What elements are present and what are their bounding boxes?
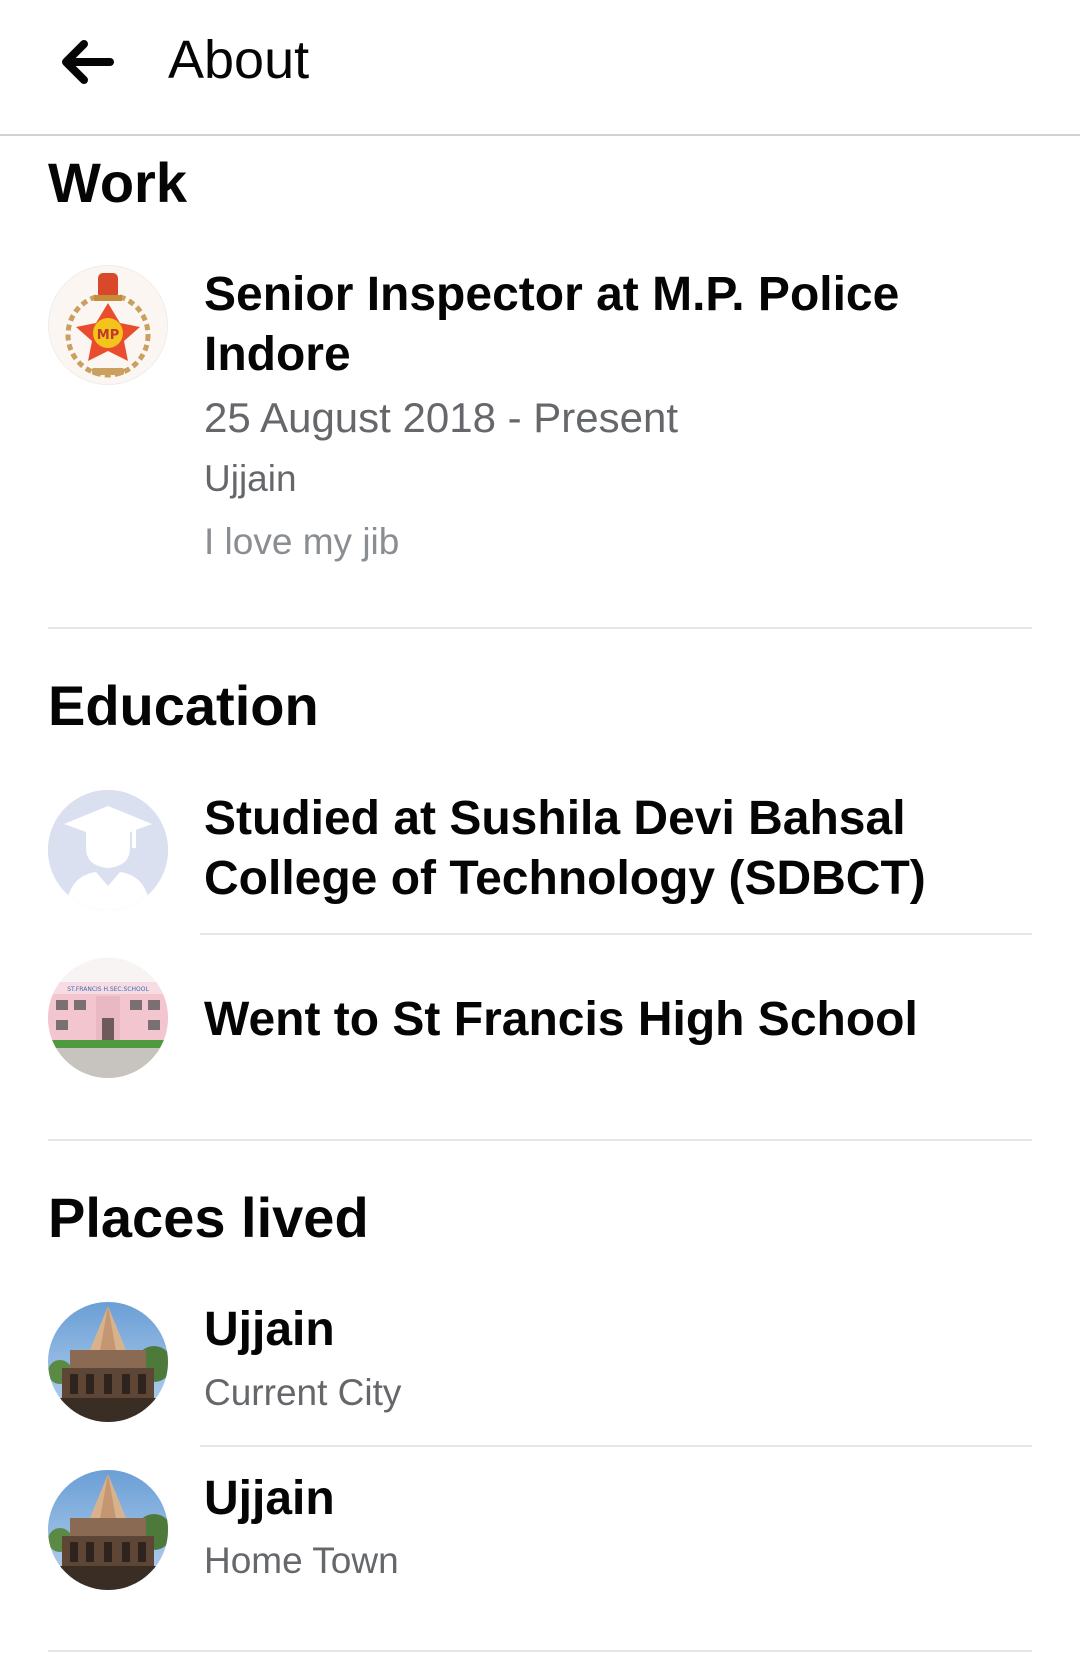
section-divider	[48, 1139, 1032, 1141]
svg-text:MP: MP	[97, 328, 119, 343]
education-item-1-line1[interactable]: Studied at Sushila Devi Bahsal	[204, 789, 906, 849]
item-divider	[200, 933, 1032, 935]
graduation-cap-icon[interactable]	[48, 790, 168, 910]
work-title-line1[interactable]: Senior Inspector at M.P. Police	[204, 265, 899, 325]
work-dates: 25 August 2018 - Present	[204, 394, 678, 441]
school-building-icon[interactable]: ST.FRANCIS H.SEC.SCHOOL	[48, 958, 168, 1078]
place-1-city[interactable]: Ujjain	[204, 1300, 335, 1360]
place-2-city[interactable]: Ujjain	[204, 1469, 335, 1529]
arrow-left-icon	[62, 40, 114, 84]
education-item-2-title[interactable]: Went to St Francis High School	[204, 990, 918, 1050]
education-section-title: Education	[48, 674, 319, 737]
work-title-line2[interactable]: Indore	[204, 325, 351, 385]
section-divider	[48, 627, 1032, 629]
top-bar: About	[0, 0, 1080, 136]
page-title: About	[168, 30, 310, 90]
work-location: Ujjain	[204, 458, 297, 499]
back-button[interactable]	[48, 22, 128, 102]
education-item-1-line2[interactable]: College of Technology (SDBCT)	[204, 849, 926, 909]
work-section-title: Work	[48, 151, 187, 214]
temple-icon[interactable]	[48, 1470, 168, 1590]
place-1-type: Current City	[204, 1372, 402, 1413]
work-description: I love my jib	[204, 521, 400, 562]
section-divider	[48, 1650, 1032, 1652]
school-image-caption: ST.FRANCIS H.SEC.SCHOOL	[67, 986, 149, 993]
places-section-title: Places lived	[48, 1186, 369, 1249]
place-2-type: Home Town	[204, 1540, 399, 1581]
item-divider	[200, 1445, 1032, 1447]
police-emblem-icon[interactable]: MP	[48, 265, 168, 385]
temple-icon[interactable]	[48, 1302, 168, 1422]
